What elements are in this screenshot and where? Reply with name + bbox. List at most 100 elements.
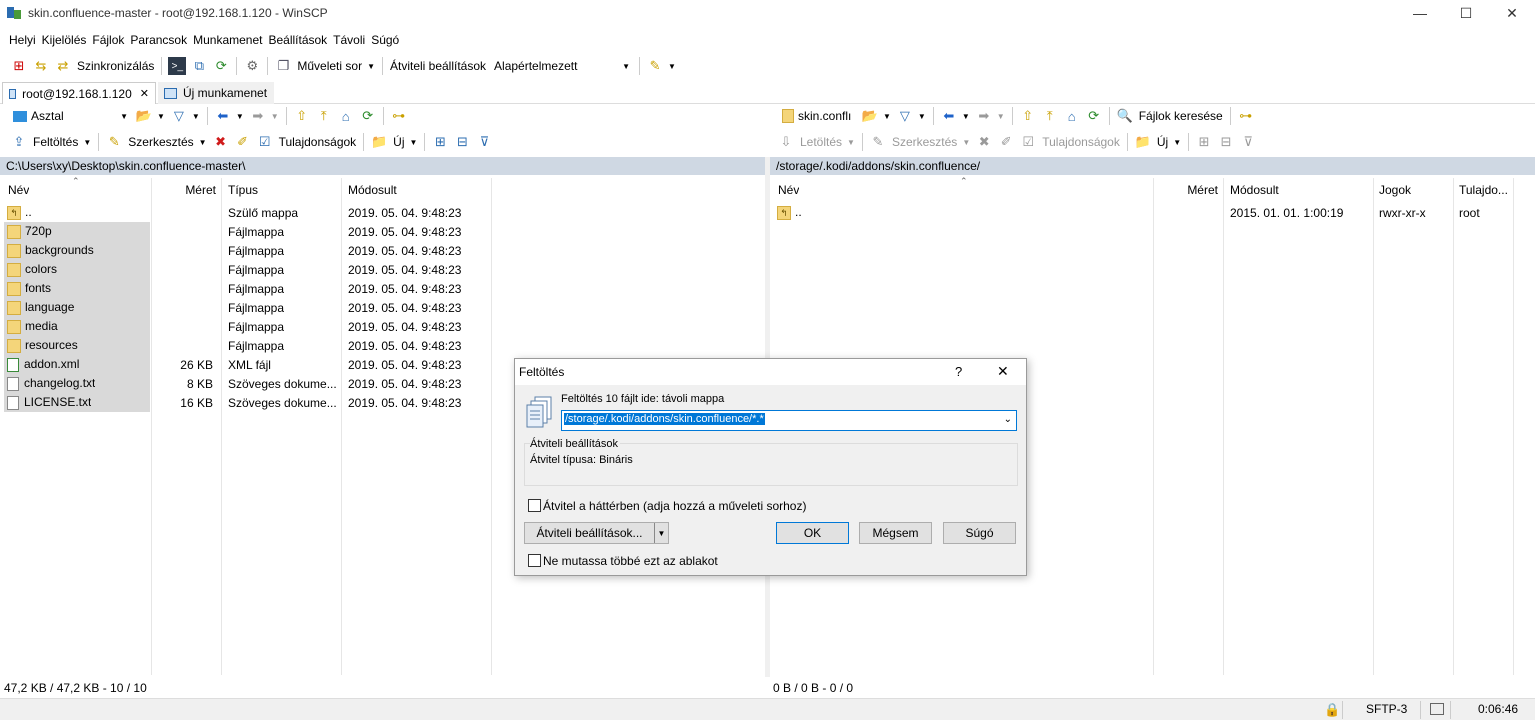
transfer-settings-button[interactable]: Átviteli beállítások... ▼: [524, 522, 669, 544]
menu-fajlok[interactable]: Fájlok: [89, 33, 127, 47]
filter-icon[interactable]: ▽: [896, 107, 914, 125]
forward-icon[interactable]: ➡: [975, 107, 993, 125]
new-button[interactable]: Új: [393, 135, 404, 149]
close-tab-icon[interactable]: ✕: [140, 87, 149, 100]
queue-button[interactable]: Műveleti sor: [297, 59, 362, 73]
delete-icon[interactable]: ✖: [975, 133, 993, 151]
menu-sugo[interactable]: Súgó: [368, 33, 402, 47]
chevron-down-icon[interactable]: ▼: [962, 112, 970, 121]
edit-button[interactable]: Szerkesztés: [892, 135, 957, 149]
chevron-down-icon[interactable]: ▼: [668, 62, 676, 71]
synchronize-icon[interactable]: ⇄: [54, 57, 72, 75]
column-name[interactable]: Név: [778, 183, 799, 197]
background-checkbox[interactable]: [528, 499, 541, 512]
upload-icon[interactable]: ⇪: [10, 133, 28, 151]
table-row[interactable]: colors Fájlmappa 2019. 05. 04. 9:48:23: [0, 260, 765, 279]
parent-directory-icon[interactable]: ⇧: [1019, 107, 1037, 125]
ok-button[interactable]: OK: [776, 522, 849, 544]
root-directory-icon[interactable]: ⤒: [1041, 107, 1059, 125]
table-row[interactable]: ↰.. 2015. 01. 01. 1:00:19 rwxr-xr-x root: [770, 203, 1535, 222]
new-button[interactable]: Új: [1157, 135, 1168, 149]
filter-icon[interactable]: ▽: [170, 107, 188, 125]
tab-session-root[interactable]: root@192.168.1.120 ✕: [2, 82, 156, 104]
filter-select-icon[interactable]: ⊽: [1239, 133, 1257, 151]
tab-new-session[interactable]: Új munkamenet: [158, 82, 274, 104]
find-files-icon[interactable]: 🔍: [1116, 107, 1134, 125]
open-directory-icon[interactable]: 📂: [135, 107, 153, 125]
chevron-down-icon[interactable]: ▼: [157, 112, 165, 121]
column-modified[interactable]: Módosult: [348, 183, 397, 197]
column-owner[interactable]: Tulajdo...: [1459, 183, 1511, 197]
back-icon[interactable]: ⬅: [940, 107, 958, 125]
edit-icon[interactable]: ✎: [869, 133, 887, 151]
column-name[interactable]: Név: [8, 183, 29, 197]
properties-button[interactable]: Tulajdonságok: [1042, 135, 1120, 149]
local-drive-select[interactable]: Asztal ▼: [8, 106, 133, 126]
tree-icon[interactable]: ⊶: [390, 107, 408, 125]
home-icon[interactable]: ⌂: [337, 107, 355, 125]
find-files-button[interactable]: Fájlok keresése: [1139, 109, 1223, 123]
menu-kijeloles[interactable]: Kijelölés: [39, 33, 90, 47]
parent-directory-icon[interactable]: ⇧: [293, 107, 311, 125]
putty-icon[interactable]: ⧉: [190, 57, 208, 75]
chevron-down-icon[interactable]: ▼: [83, 138, 91, 147]
edit-button[interactable]: Szerkesztés: [128, 135, 193, 149]
synchronize-button[interactable]: Szinkronizálás: [77, 59, 154, 73]
table-row[interactable]: 720p Fájlmappa 2019. 05. 04. 9:48:23: [0, 222, 765, 241]
download-button[interactable]: Letöltés: [800, 135, 842, 149]
dont-show-checkbox[interactable]: [528, 554, 541, 567]
edit-icon[interactable]: ✎: [105, 133, 123, 151]
chevron-down-icon[interactable]: ⌄: [1004, 414, 1012, 425]
column-rights[interactable]: Jogok: [1379, 183, 1411, 197]
table-row[interactable]: language Fájlmappa 2019. 05. 04. 9:48:23: [0, 298, 765, 317]
refresh-session-icon[interactable]: ⟳: [212, 57, 230, 75]
cancel-button[interactable]: Mégsem: [859, 522, 932, 544]
close-window-button[interactable]: ✕: [1489, 0, 1535, 26]
select-all-icon[interactable]: ⊞: [431, 133, 449, 151]
refresh-icon[interactable]: ⟳: [1085, 107, 1103, 125]
left-path-bar[interactable]: C:\Users\xy\Desktop\skin.confluence-mast…: [0, 157, 765, 175]
chevron-down-icon[interactable]: ▼: [1173, 138, 1181, 147]
table-row[interactable]: resources Fájlmappa 2019. 05. 04. 9:48:2…: [0, 336, 765, 355]
compare-directories-icon[interactable]: ⊞: [10, 57, 28, 75]
table-row[interactable]: media Fájlmappa 2019. 05. 04. 9:48:23: [0, 317, 765, 336]
rename-icon[interactable]: ✐: [234, 133, 252, 151]
chevron-down-icon[interactable]: ▼: [883, 112, 891, 121]
deselect-icon[interactable]: ⊟: [1217, 133, 1235, 151]
transfer-preset-select[interactable]: Alapértelmezett ▼: [489, 56, 636, 76]
menu-beallitasok[interactable]: Beállítások: [265, 33, 330, 47]
chevron-down-icon[interactable]: ▼: [271, 112, 279, 121]
table-row[interactable]: ↰.. Szülő mappa 2019. 05. 04. 9:48:23: [0, 203, 765, 222]
menu-parancsok[interactable]: Parancsok: [127, 33, 190, 47]
refresh-icon[interactable]: ⟳: [359, 107, 377, 125]
terminal-icon[interactable]: >_: [168, 57, 187, 75]
chevron-down-icon[interactable]: ▼: [410, 138, 418, 147]
properties-button[interactable]: Tulajdonságok: [279, 135, 357, 149]
maximize-button[interactable]: ☐: [1443, 0, 1489, 26]
transfer-preset-icon[interactable]: ✎: [646, 57, 664, 75]
new-folder-icon[interactable]: 📁: [1134, 133, 1152, 151]
target-path-input[interactable]: /storage/.kodi/addons/skin.confluence/*.…: [561, 410, 1017, 431]
select-all-icon[interactable]: ⊞: [1195, 133, 1213, 151]
chevron-down-icon[interactable]: ▼: [367, 62, 375, 71]
tree-icon[interactable]: ⊶: [1237, 107, 1255, 125]
dont-show-checkbox-label[interactable]: Ne mutassa többé ezt az ablakot: [543, 554, 718, 568]
table-row[interactable]: backgrounds Fájlmappa 2019. 05. 04. 9:48…: [0, 241, 765, 260]
remote-dir-select[interactable]: skin.conflı: [775, 106, 859, 126]
table-row[interactable]: fonts Fájlmappa 2019. 05. 04. 9:48:23: [0, 279, 765, 298]
gear-icon[interactable]: ⚙: [243, 57, 261, 75]
properties-icon[interactable]: ☑: [1019, 133, 1037, 151]
menu-tavoli[interactable]: Távoli: [330, 33, 368, 47]
back-icon[interactable]: ⬅: [214, 107, 232, 125]
properties-icon[interactable]: ☑: [256, 133, 274, 151]
upload-button[interactable]: Feltöltés: [33, 135, 78, 149]
chevron-down-icon[interactable]: ▼: [997, 112, 1005, 121]
filter-select-icon[interactable]: ⊽: [475, 133, 493, 151]
chevron-down-icon[interactable]: ▼: [199, 138, 207, 147]
column-size[interactable]: Méret: [1154, 183, 1218, 197]
menu-munkamenet[interactable]: Munkamenet: [190, 33, 265, 47]
open-directory-icon[interactable]: 📂: [861, 107, 879, 125]
right-path-bar[interactable]: /storage/.kodi/addons/skin.confluence/: [770, 157, 1535, 175]
synchronize-browsing-icon[interactable]: ⇆: [32, 57, 50, 75]
queue-icon[interactable]: ❐: [274, 57, 292, 75]
